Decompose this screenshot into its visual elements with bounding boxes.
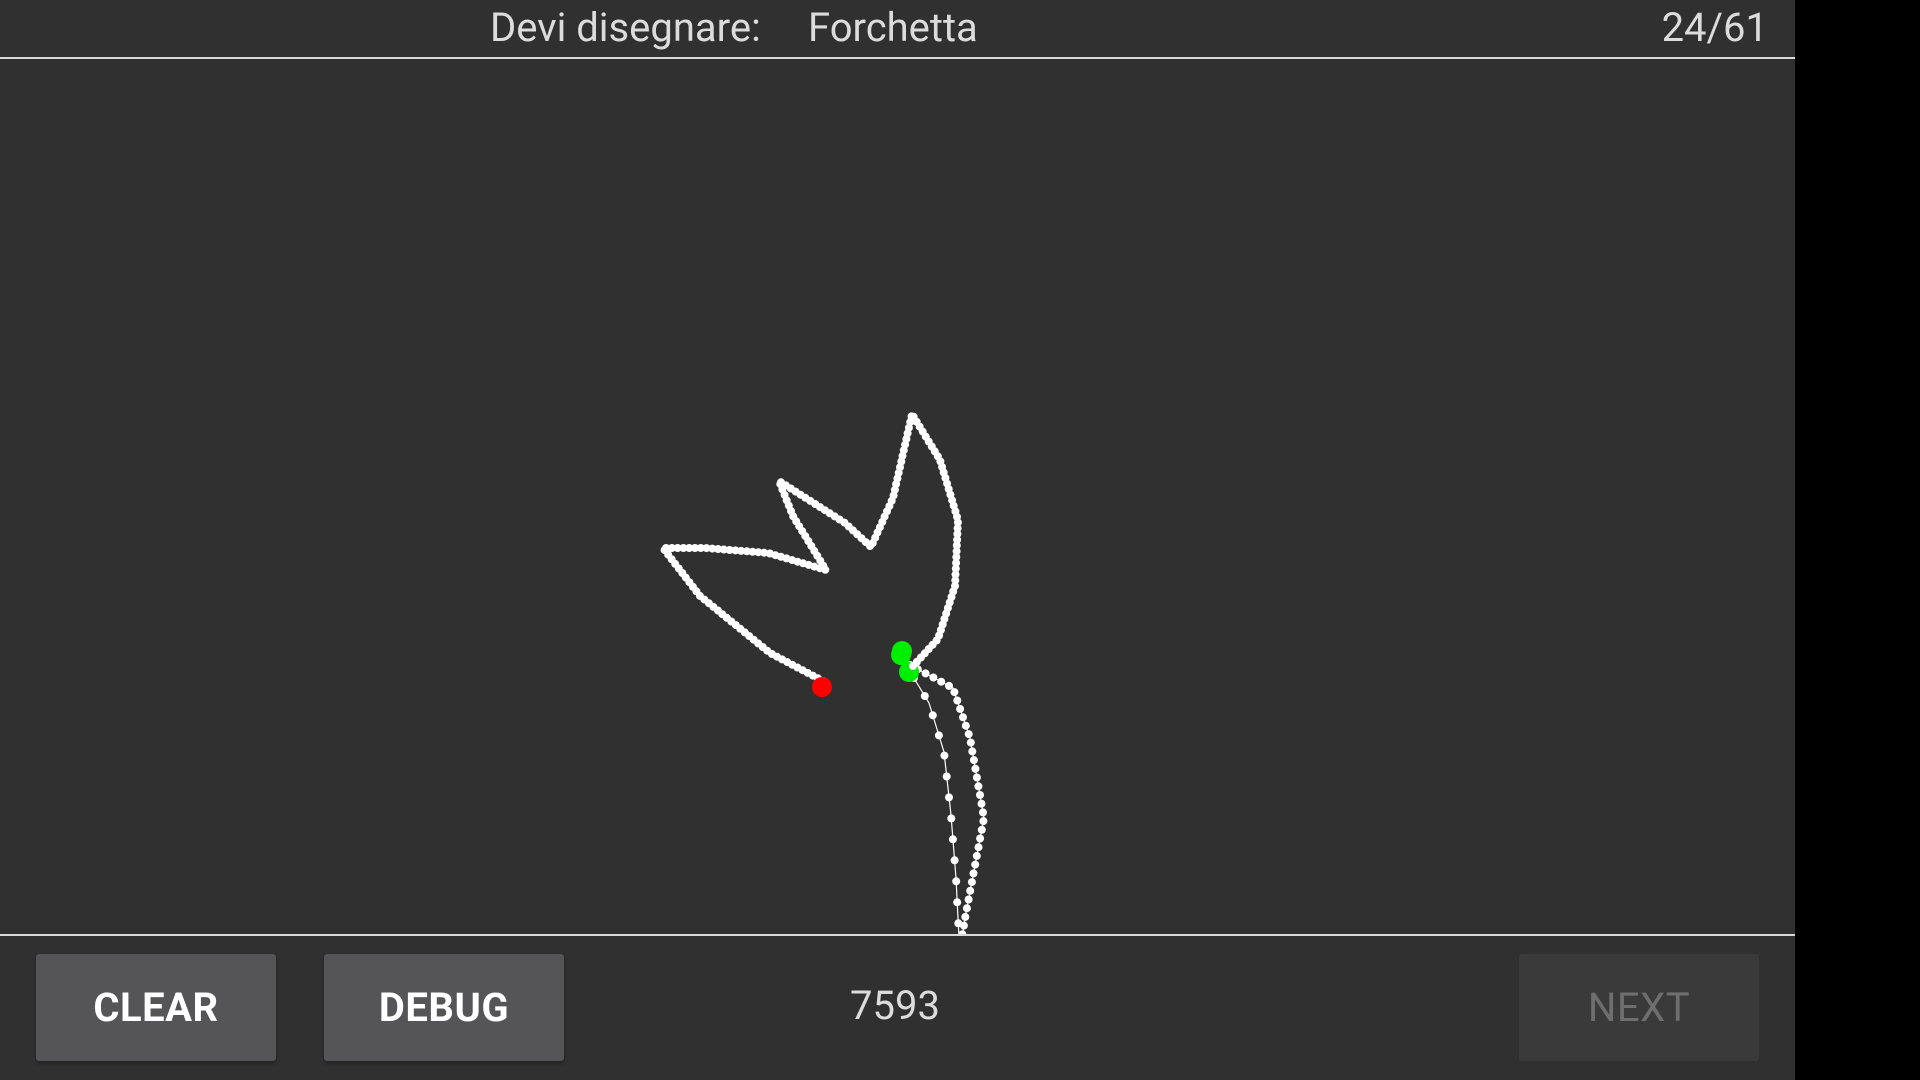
stroke-point xyxy=(934,731,943,740)
stroke-point xyxy=(945,681,953,690)
stroke-point xyxy=(920,692,929,700)
stroke-point xyxy=(968,747,977,756)
next-button[interactable]: NEXT xyxy=(1519,954,1759,1061)
stroke-point xyxy=(947,814,956,823)
stroke-point xyxy=(964,730,973,739)
stroke-point xyxy=(974,782,983,791)
stroke-point xyxy=(928,711,937,720)
stroke-point xyxy=(964,895,973,904)
screen-edge xyxy=(1795,0,1920,1080)
prompt-label: Devi disegnare: xyxy=(490,4,761,51)
strokes-group xyxy=(660,412,988,934)
stroke-point xyxy=(967,878,976,887)
stroke-point xyxy=(921,669,930,678)
stroke-point xyxy=(952,877,961,886)
stroke-point xyxy=(948,835,957,844)
stroke-point xyxy=(950,856,959,865)
stroke-point xyxy=(974,843,983,852)
stroke-point xyxy=(966,886,975,895)
stroke-point xyxy=(962,904,971,913)
stroke-point xyxy=(972,851,981,860)
stroke-point xyxy=(976,791,984,799)
stroke-point xyxy=(909,662,917,670)
stroke-point xyxy=(969,869,978,878)
stroke-point xyxy=(942,772,951,781)
clear-button[interactable]: CLEAR xyxy=(36,954,276,1061)
score-value: 7593 xyxy=(850,982,940,1029)
debug-button[interactable]: DEBUG xyxy=(324,954,564,1061)
stroke-point xyxy=(961,721,970,730)
prompt-word: Forchetta xyxy=(808,4,978,51)
stroke-point xyxy=(971,860,980,869)
stroke-point xyxy=(959,713,967,722)
stroke-point xyxy=(956,704,965,713)
stroke-point xyxy=(937,677,946,686)
stroke-point xyxy=(953,898,962,907)
stroke-point xyxy=(961,912,970,921)
stroke-start-marker xyxy=(891,645,911,665)
stroke-point xyxy=(979,817,988,826)
stroke-point xyxy=(945,793,953,802)
stroke-point xyxy=(959,921,968,930)
stroke-point xyxy=(972,773,981,782)
drawing-canvas[interactable] xyxy=(0,59,1795,934)
stroke-point xyxy=(979,808,987,817)
stroke-point xyxy=(929,673,938,682)
stroke-point xyxy=(940,751,949,760)
stroke-point xyxy=(976,834,985,843)
stroke-point xyxy=(977,825,986,834)
stroke-point xyxy=(966,738,975,747)
footer-divider xyxy=(0,934,1795,936)
stroke-point xyxy=(950,688,959,697)
progress-counter: 24/61 xyxy=(1661,4,1768,51)
stroke-point xyxy=(969,756,978,765)
stroke-point xyxy=(971,764,980,773)
stroke-end-marker xyxy=(812,677,832,697)
drawing-surface[interactable] xyxy=(0,59,1795,934)
app-window: Devi disegnare: Forchetta 24/61 CLEAR DE… xyxy=(0,0,1795,1080)
stroke-point xyxy=(953,696,962,705)
stroke-point xyxy=(977,799,986,808)
header-bar: Devi disegnare: Forchetta 24/61 xyxy=(0,0,1795,59)
